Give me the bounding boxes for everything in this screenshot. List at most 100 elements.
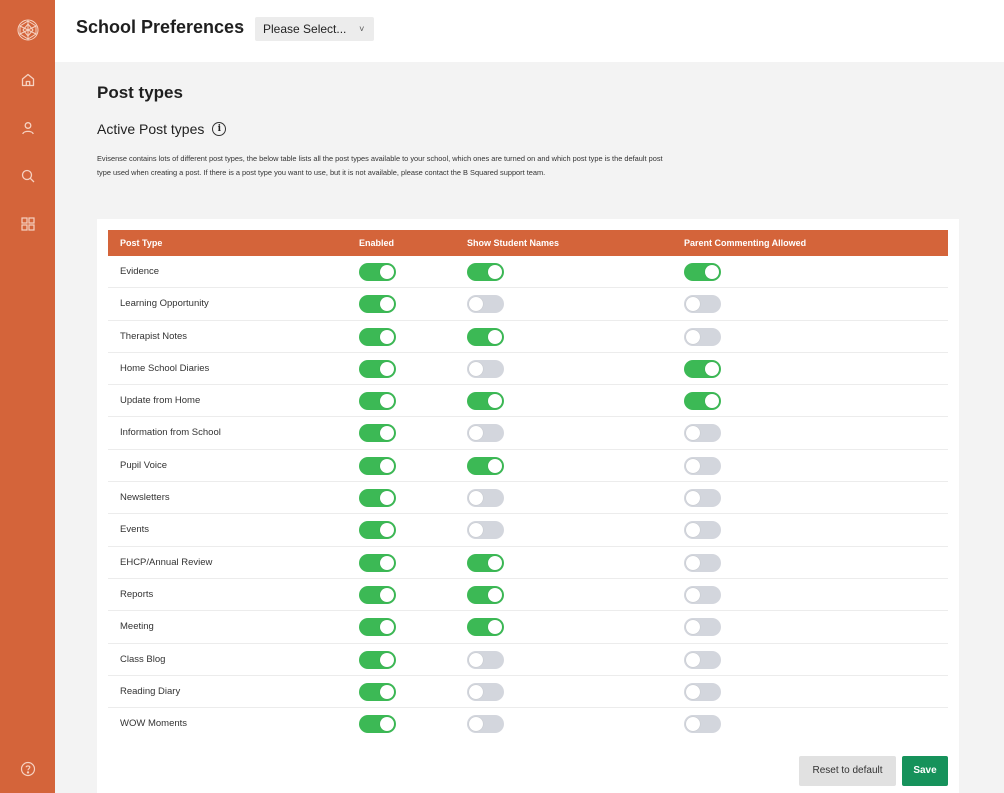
enabled-toggle[interactable] (359, 489, 396, 508)
header-parent-commenting: Parent Commenting Allowed (684, 238, 807, 248)
show-student-names-toggle[interactable] (467, 295, 504, 314)
logo-icon[interactable] (0, 16, 55, 44)
toggle-knob (686, 620, 700, 635)
reset-to-default-button[interactable]: Reset to default (799, 756, 896, 786)
parent-commenting-toggle[interactable] (684, 682, 721, 701)
parent-commenting-toggle[interactable] (684, 553, 721, 572)
table-row: Update from Home (108, 385, 948, 418)
show-student-names-toggle[interactable] (467, 553, 504, 572)
help-icon[interactable] (0, 755, 55, 783)
toggle-knob (380, 329, 394, 344)
user-icon[interactable] (0, 114, 55, 142)
show-student-names-toggle[interactable] (467, 392, 504, 411)
table-row: EHCP/Annual Review (108, 547, 948, 579)
parent-commenting-toggle[interactable] (684, 327, 721, 346)
table-row: Meeting (108, 611, 948, 644)
show-student-names-toggle[interactable] (467, 682, 504, 701)
show-student-names-toggle[interactable] (467, 489, 504, 508)
info-icon[interactable]: i (212, 122, 227, 136)
enabled-toggle[interactable] (359, 521, 396, 540)
toggle-knob (380, 523, 394, 538)
enabled-toggle[interactable] (359, 585, 396, 604)
toggle-knob (469, 297, 483, 312)
parent-commenting-toggle[interactable] (684, 392, 721, 411)
school-select[interactable]: Please Select... ˅ (255, 17, 375, 41)
show-student-names-toggle[interactable] (467, 585, 504, 604)
table-row: Newsletters (108, 482, 948, 515)
toggle-knob (380, 458, 394, 473)
enabled-toggle[interactable] (359, 359, 396, 378)
post-type-name: EHCP/Annual Review (120, 556, 213, 568)
toggle-knob (380, 684, 394, 699)
home-icon[interactable] (0, 66, 55, 94)
toggle-knob (380, 426, 394, 441)
parent-commenting-toggle[interactable] (684, 715, 721, 734)
toggle-knob (686, 297, 700, 312)
top-bar: School Preferences › Please Select... ˅ (55, 0, 1004, 62)
show-student-names-toggle[interactable] (467, 359, 504, 378)
toggle-knob (380, 394, 394, 409)
header-post-type: Post Type (120, 238, 163, 248)
parent-commenting-toggle[interactable] (684, 263, 721, 281)
enabled-toggle[interactable] (359, 327, 396, 346)
parent-commenting-toggle[interactable] (684, 489, 721, 508)
chevron-down-icon: ˅ (359, 24, 365, 34)
enabled-toggle[interactable] (359, 650, 396, 669)
show-student-names-toggle[interactable] (467, 327, 504, 346)
table-row: Learning Opportunity (108, 288, 948, 321)
post-type-name: Information from School (120, 427, 221, 439)
toggle-knob (488, 265, 502, 279)
show-student-names-toggle[interactable] (467, 650, 504, 669)
post-type-name: Learning Opportunity (120, 298, 209, 310)
table-row: Home School Diaries (108, 353, 948, 386)
post-type-name: Meeting (120, 621, 154, 633)
show-student-names-toggle[interactable] (467, 424, 504, 443)
table-header: Post Type Enabled Show Student Names Par… (108, 230, 948, 256)
toggle-knob (705, 265, 719, 279)
post-type-name: Reports (120, 588, 154, 600)
toggle-knob (488, 620, 502, 635)
search-icon[interactable] (0, 162, 55, 190)
table-row: Class Blog (108, 644, 948, 676)
post-type-name: Therapist Notes (120, 330, 188, 342)
parent-commenting-toggle[interactable] (684, 521, 721, 540)
enabled-toggle[interactable] (359, 618, 396, 637)
table-row: Pupil Voice (108, 450, 948, 483)
parent-commenting-toggle[interactable] (684, 359, 721, 378)
parent-commenting-toggle[interactable] (684, 585, 721, 604)
page-title: Post types (97, 83, 183, 102)
toggle-knob (469, 491, 483, 506)
toggle-knob (705, 394, 719, 409)
parent-commenting-toggle[interactable] (684, 618, 721, 637)
toggle-knob (380, 265, 394, 279)
table-body: Evidence Learning Opportunity Therapist No… (108, 256, 948, 740)
table-row: Reading Diary (108, 676, 948, 709)
enabled-toggle[interactable] (359, 456, 396, 475)
show-student-names-toggle[interactable] (467, 618, 504, 637)
parent-commenting-toggle[interactable] (684, 456, 721, 475)
enabled-toggle[interactable] (359, 295, 396, 314)
toggle-knob (686, 717, 700, 732)
show-student-names-toggle[interactable] (467, 521, 504, 540)
toggle-knob (380, 361, 394, 376)
toggle-knob (469, 523, 483, 538)
parent-commenting-toggle[interactable] (684, 650, 721, 669)
enabled-toggle[interactable] (359, 553, 396, 572)
table-row: Therapist Notes (108, 321, 948, 353)
show-student-names-toggle[interactable] (467, 456, 504, 475)
enabled-toggle[interactable] (359, 424, 396, 443)
post-type-name: Pupil Voice (120, 459, 168, 471)
enabled-toggle[interactable] (359, 682, 396, 701)
toggle-knob (380, 491, 394, 506)
parent-commenting-toggle[interactable] (684, 424, 721, 443)
enabled-toggle[interactable] (359, 263, 396, 281)
show-student-names-toggle[interactable] (467, 263, 504, 281)
grid-icon[interactable] (0, 210, 55, 238)
show-student-names-toggle[interactable] (467, 715, 504, 734)
toggle-knob (686, 491, 700, 506)
enabled-toggle[interactable] (359, 715, 396, 734)
post-type-name: Newsletters (120, 492, 170, 504)
save-button[interactable]: Save (902, 756, 948, 786)
enabled-toggle[interactable] (359, 392, 396, 411)
parent-commenting-toggle[interactable] (684, 295, 721, 314)
